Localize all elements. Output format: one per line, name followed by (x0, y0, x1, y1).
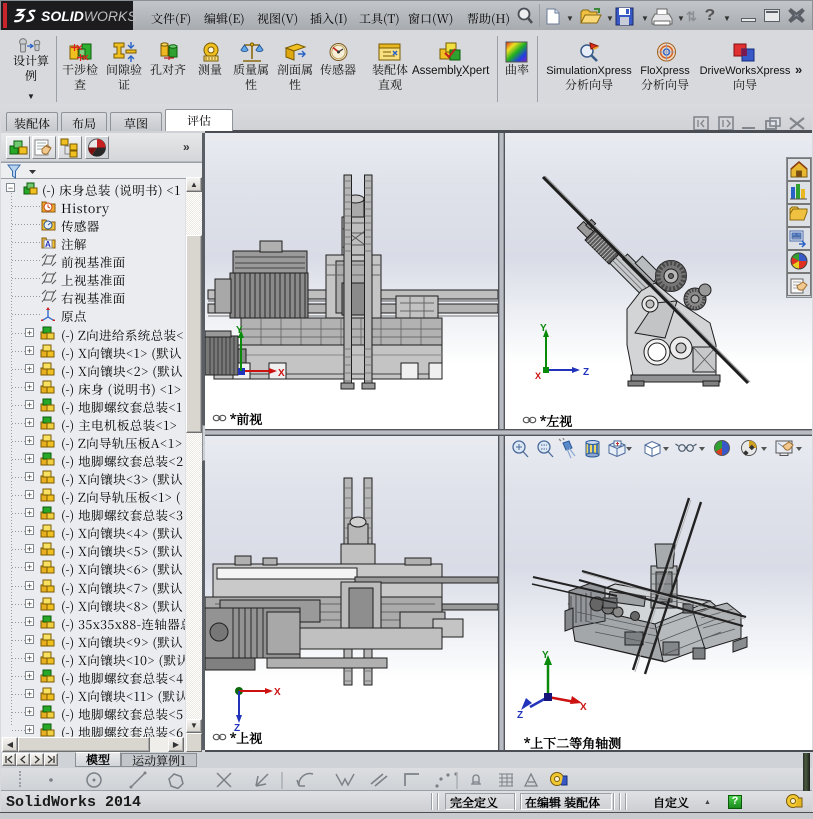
svg-text:X: X (580, 702, 587, 713)
svg-text:Z: Z (583, 367, 589, 378)
svg-text:X: X (278, 368, 285, 379)
svg-text:Z: Z (517, 710, 523, 721)
svg-text:X: X (535, 371, 541, 381)
svg-text:X: X (274, 687, 281, 698)
svg-text:Y: Y (540, 323, 547, 334)
svg-text:Y: Y (236, 325, 243, 336)
svg-text:A: A (45, 240, 51, 249)
svg-text:Y: Y (542, 650, 549, 661)
